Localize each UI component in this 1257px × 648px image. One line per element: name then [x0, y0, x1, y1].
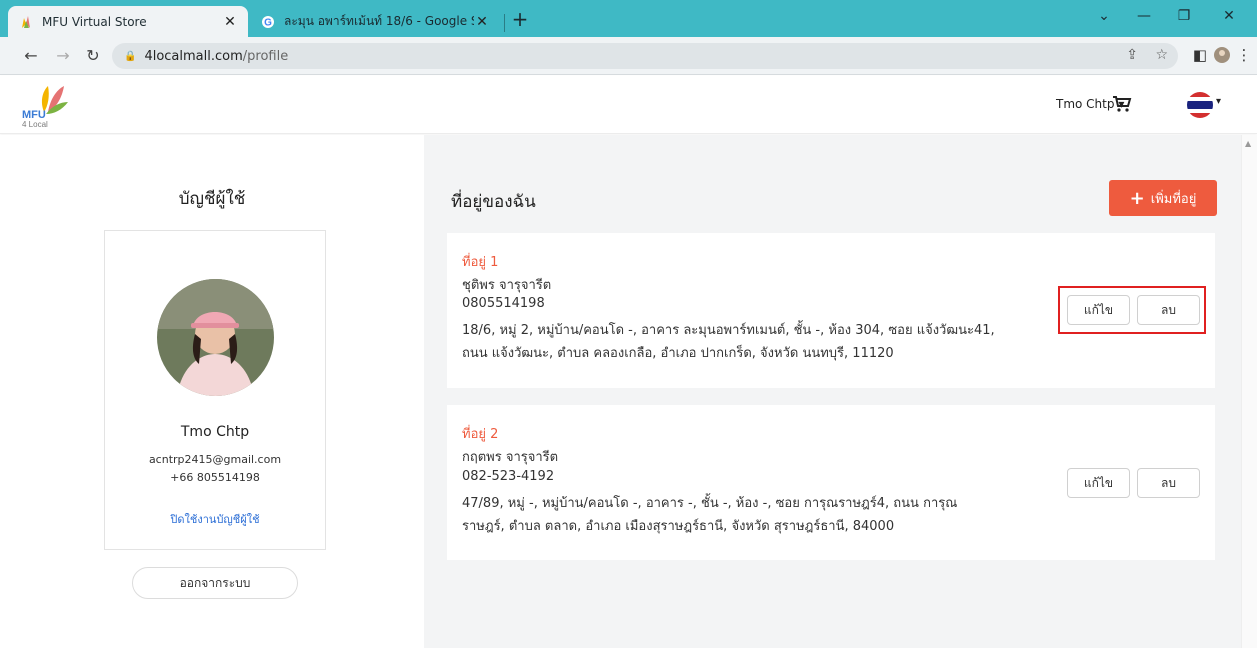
mfu-favicon-icon: [18, 14, 34, 30]
browser-tabstrip: MFU Virtual Store ✕ G ละมุน อพาร์ทเม้นท์…: [0, 0, 1257, 37]
menu-kebab-icon[interactable]: ⋮: [1234, 46, 1254, 64]
lock-icon: 🔒: [124, 50, 137, 62]
address-bar[interactable]: 🔒 4localmall.com/profile ⇪ ☆: [112, 43, 1178, 69]
address-line-2: ถนน แจ้งวัฒนะ, ตำบล คลองเกลือ, อำเภอ ปาก…: [462, 346, 894, 361]
address-label: ที่อยู่ 1: [462, 255, 499, 270]
google-favicon-icon: G: [260, 14, 276, 30]
account-title: บัญชีผู้ใช้: [178, 189, 246, 209]
thai-flag-language-icon[interactable]: [1187, 92, 1213, 118]
window-close-icon[interactable]: ✕: [1215, 8, 1243, 24]
url-path: /profile: [242, 48, 289, 64]
minimize-icon[interactable]: —: [1130, 8, 1158, 24]
profile-name: Tmo Chtp: [180, 424, 250, 440]
address-card: ที่อยู่ 2 กฤตพร จารุจารีต 082-523-4192 4…: [447, 405, 1215, 560]
address-label: ที่อยู่ 2: [462, 427, 499, 442]
close-tab-icon[interactable]: ✕: [222, 14, 238, 30]
tab-mfu-virtual-store[interactable]: MFU Virtual Store ✕: [8, 6, 248, 37]
reload-icon[interactable]: ↻: [82, 45, 104, 67]
bookmark-star-icon[interactable]: ☆: [1155, 47, 1168, 63]
tab-google-search[interactable]: G ละมุน อพาร์ทเม้นท์ 18/6 - Google Se ✕: [250, 6, 500, 37]
back-icon[interactable]: ←: [20, 45, 42, 67]
user-name: Tmo Chtp: [1056, 97, 1115, 111]
url-host: 4localmall.com: [144, 48, 243, 64]
add-address-label: เพิ่มที่อยู่: [1150, 191, 1197, 207]
tab-title: ละมุน อพาร์ทเม้นท์ 18/6 - Google Se: [284, 14, 474, 28]
svg-text:G: G: [264, 17, 272, 28]
page-scrollbar[interactable]: ▲: [1241, 135, 1257, 648]
profile-email: acntrp2415@gmail.com: [148, 453, 282, 466]
address-line-1: 18/6, หมู่ 2, หมู่บ้าน/คอนโด -, อาคาร ละ…: [462, 323, 995, 338]
tab-title: MFU Virtual Store: [42, 14, 147, 29]
close-tab-icon[interactable]: ✕: [474, 14, 490, 30]
tab-separator: [504, 14, 505, 32]
scroll-up-icon[interactable]: ▲: [1245, 139, 1251, 148]
avatar: [157, 279, 274, 396]
forward-icon[interactable]: →: [52, 45, 74, 67]
address-card: ที่อยู่ 1 ชุติพร จารุจารีต 0805514198 18…: [447, 233, 1215, 388]
profile-card: Tmo Chtp acntrp2415@gmail.com +66 805514…: [104, 230, 326, 550]
address-main: ที่อยู่ของฉัน + เพิ่มที่อยู่ ที่อยู่ 1 ช…: [424, 135, 1241, 648]
deactivate-account-link[interactable]: ปิดใช้งานบัญชีผู้ใช้: [105, 510, 325, 528]
address-phone: 082-523-4192: [462, 469, 555, 484]
delete-address-button[interactable]: ลบ: [1137, 468, 1200, 498]
add-address-button[interactable]: + เพิ่มที่อยู่: [1109, 180, 1217, 216]
restore-icon[interactable]: ❐: [1170, 8, 1198, 24]
sidepanel-icon[interactable]: ◧: [1190, 46, 1210, 64]
mfu-4-local-logo[interactable]: MFU 4 Local: [22, 82, 86, 129]
chevron-down-icon[interactable]: ▾: [1216, 96, 1221, 107]
site-header: MFU 4 Local Tmo Chtp ▾ ▾: [0, 76, 1257, 134]
tab-search-icon[interactable]: ⌄: [1090, 8, 1118, 24]
logout-button[interactable]: ออกจากระบบ: [132, 567, 298, 599]
address-recipient: กฤตพร จารุจารีต: [462, 450, 559, 465]
highlight-box: [1058, 286, 1206, 334]
address-line-1: 47/89, หมู่ -, หมู่บ้าน/คอนโด -, อาคาร -…: [462, 496, 958, 511]
profile-phone: +66 805514198: [170, 471, 260, 484]
address-line-2: ราษฎร์, ตำบล ตลาด, อำเภอ เมืองสุราษฎร์ธา…: [462, 519, 895, 534]
account-sidebar: บัญชีผู้ใช้ Tmo Chtp acntrp2415@gmail.co…: [0, 135, 424, 648]
svg-text:4 Local: 4 Local: [22, 120, 48, 128]
page-title: ที่อยู่ของฉัน: [451, 192, 536, 212]
profile-avatar-icon[interactable]: [1212, 46, 1232, 68]
edit-address-button[interactable]: แก้ไข: [1067, 468, 1130, 498]
cart-icon[interactable]: [1112, 94, 1132, 114]
browser-toolbar: ← → ↻ 🔒 4localmall.com/profile ⇪ ☆ ◧ ⋮: [0, 37, 1257, 75]
new-tab-button[interactable]: +: [508, 8, 532, 32]
plus-icon: +: [1129, 187, 1145, 209]
address-phone: 0805514198: [462, 296, 545, 311]
address-recipient: ชุติพร จารุจารีต: [462, 278, 552, 293]
share-icon[interactable]: ⇪: [1126, 47, 1138, 63]
